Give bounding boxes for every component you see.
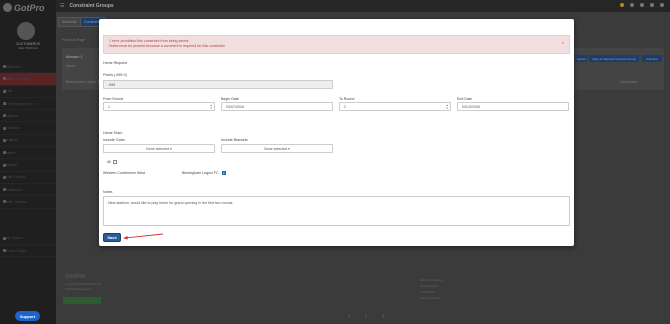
save-button[interactable]: Save: [103, 233, 121, 242]
top-bar: ☰ Constraint Groups: [56, 0, 670, 12]
from-round-input[interactable]: 1 ▴ ▾: [103, 102, 215, 111]
bell-icon[interactable]: [640, 3, 644, 7]
include-clubs-select[interactable]: None selected ▾: [103, 144, 215, 153]
footer-link[interactable]: Support Center: [420, 296, 440, 300]
sidebar-item-help-articles[interactable]: Help Articles: [0, 233, 56, 245]
chat-icon[interactable]: [650, 3, 654, 7]
notes-label: Notes: [103, 190, 113, 194]
sidebar-item-label: Admin Options: [3, 199, 27, 204]
team-label: Birmingham Legion FC: [182, 171, 219, 175]
from-round-label: From Round: [103, 97, 123, 101]
sidebar-item-label: Help Articles: [3, 236, 23, 241]
sidebar-item-label: Dashboard: [3, 64, 21, 69]
home-request-heading: Home Request: [103, 61, 127, 65]
page-number[interactable]: 3: [382, 314, 384, 318]
avatar: [17, 22, 35, 40]
error-alert: 1 error prohibited this constraint from …: [103, 35, 570, 54]
to-round-label: To Round: [339, 97, 355, 101]
home-team-label: Home Team: [103, 131, 123, 135]
sidebar-item-season-manager[interactable]: Season Manager ›: [0, 73, 56, 86]
end-date-label: End Date: [457, 97, 472, 101]
top-icons: [620, 3, 664, 7]
sidebar-item-label: Programs: [3, 113, 19, 118]
sidebar-item-dashboard[interactable]: Dashboard ›: [0, 61, 56, 74]
notification-icon[interactable]: [620, 3, 624, 7]
footer-link[interactable]: Privacy Policy: [420, 284, 439, 288]
footer-button[interactable]: [63, 297, 101, 304]
to-round-input[interactable]: 2 ▴ ▾: [339, 102, 451, 111]
sidebar-item-email-reports[interactable]: Email Reports ›: [0, 172, 56, 184]
begin-date-label: Begin Date: [221, 97, 239, 101]
sidebar-item-label: Finance: [3, 150, 16, 155]
notes-textarea[interactable]: New stadium, would like to play home for…: [103, 196, 570, 226]
sidebar-item-label: Season Manager: [3, 76, 31, 81]
page-title: Constraint Groups: [69, 3, 114, 9]
footer-copyright: Copyright 2024 GotPro, Inc.: [65, 282, 103, 286]
sidebar-item-calendar[interactable]: Calendar ›: [0, 159, 56, 172]
sidebar: GotPro CUSTOMERUS SEE PROFILE Dashboard ›…: [0, 0, 56, 324]
footer-link[interactable]: Contact Us: [420, 290, 435, 294]
sidebar-item-label: Email Reports: [3, 175, 26, 180]
apply-button[interactable]: Apply to Selected Constraint Group: [589, 55, 639, 62]
all-checkbox[interactable]: [113, 160, 117, 164]
points-label: Points (-999-0): [103, 73, 127, 77]
sidebar-item-enrollees[interactable]: Enrollees ›: [0, 135, 56, 148]
footer-rights: All Rights Reserved: [65, 287, 92, 291]
tab-schedule[interactable]: Schedule: [58, 17, 81, 27]
group-title: Number 1: [66, 55, 83, 59]
grid-icon[interactable]: [630, 3, 634, 7]
support-button[interactable]: Support: [15, 311, 40, 321]
profile-link[interactable]: SEE PROFILE: [4, 46, 52, 50]
all-label: All: [107, 160, 111, 164]
sidebar-item-label: Contact Pages: [3, 248, 27, 253]
sidebar-item-label: Calendar: [3, 163, 18, 168]
logo-icon: [3, 3, 12, 12]
sidebar-item-admin-options[interactable]: Admin Options ›: [0, 196, 56, 209]
sidebar-item-field-management[interactable]: Field Management ›: [0, 98, 56, 111]
error-message: Notes must be present because a comment …: [109, 44, 225, 48]
annotation-arrow: [123, 233, 164, 240]
sidebar-item-contact-pages[interactable]: Contact Pages: [0, 245, 56, 258]
sidebar-item-label: Enrollees: [3, 138, 18, 143]
include-brackets-select[interactable]: None selected ▾: [221, 144, 333, 153]
user-icon[interactable]: [660, 3, 664, 7]
begin-date-input[interactable]: 03/07/2026: [221, 102, 333, 111]
constraint-modal: 1 error prohibited this constraint from …: [99, 19, 574, 246]
col-description: Description: [620, 80, 638, 84]
app-logo[interactable]: GotPro: [3, 3, 53, 13]
sidebar-item-invitations[interactable]: Invitations ›: [0, 122, 56, 135]
sidebar-item-clubs[interactable]: Clubs ›: [0, 86, 56, 98]
stepper-icon[interactable]: ▴ ▾: [210, 103, 212, 110]
sidebar-item-checkbooks[interactable]: Checkbooks ›: [0, 184, 56, 197]
end-date-input[interactable]: 03/13/2026: [457, 102, 569, 111]
menu-icon[interactable]: ☰: [60, 3, 64, 9]
page-number[interactable]: 1: [348, 314, 350, 318]
stepper-icon[interactable]: ▴ ▾: [446, 103, 448, 110]
include-brackets-label: Include Brackets: [221, 138, 248, 142]
sidebar-item-label: Invitations: [3, 126, 20, 131]
upload-button[interactable]: Upload: [575, 55, 587, 62]
sidebar-item-programs[interactable]: Programs ›: [0, 110, 56, 123]
close-icon[interactable]: ×: [562, 40, 564, 45]
sidebar-nav: Dashboard › Season Manager › Clubs › Field Man…: [0, 61, 56, 258]
page-number[interactable]: 2: [365, 314, 367, 318]
col-name: Name: [66, 64, 76, 68]
points-field[interactable]: -999: [103, 80, 333, 89]
include-clubs-label: Include Clubs: [103, 138, 125, 142]
sidebar-item-finance[interactable]: Finance ›: [0, 147, 56, 160]
breadcrumb[interactable]: Previous Page: [62, 38, 85, 42]
sidebar-item-label: Checkbooks: [3, 187, 23, 192]
team-checkbox[interactable]: ✓: [222, 171, 226, 175]
add-new-button[interactable]: Add New: [642, 55, 662, 62]
conference-label: Western Conference West: [103, 171, 146, 175]
footer-link[interactable]: Terms of Service: [420, 278, 442, 282]
sidebar-item-label: Field Management: [3, 101, 33, 106]
sidebar-item-label: Clubs: [3, 89, 13, 94]
footer-logo: GotPro: [65, 274, 86, 280]
